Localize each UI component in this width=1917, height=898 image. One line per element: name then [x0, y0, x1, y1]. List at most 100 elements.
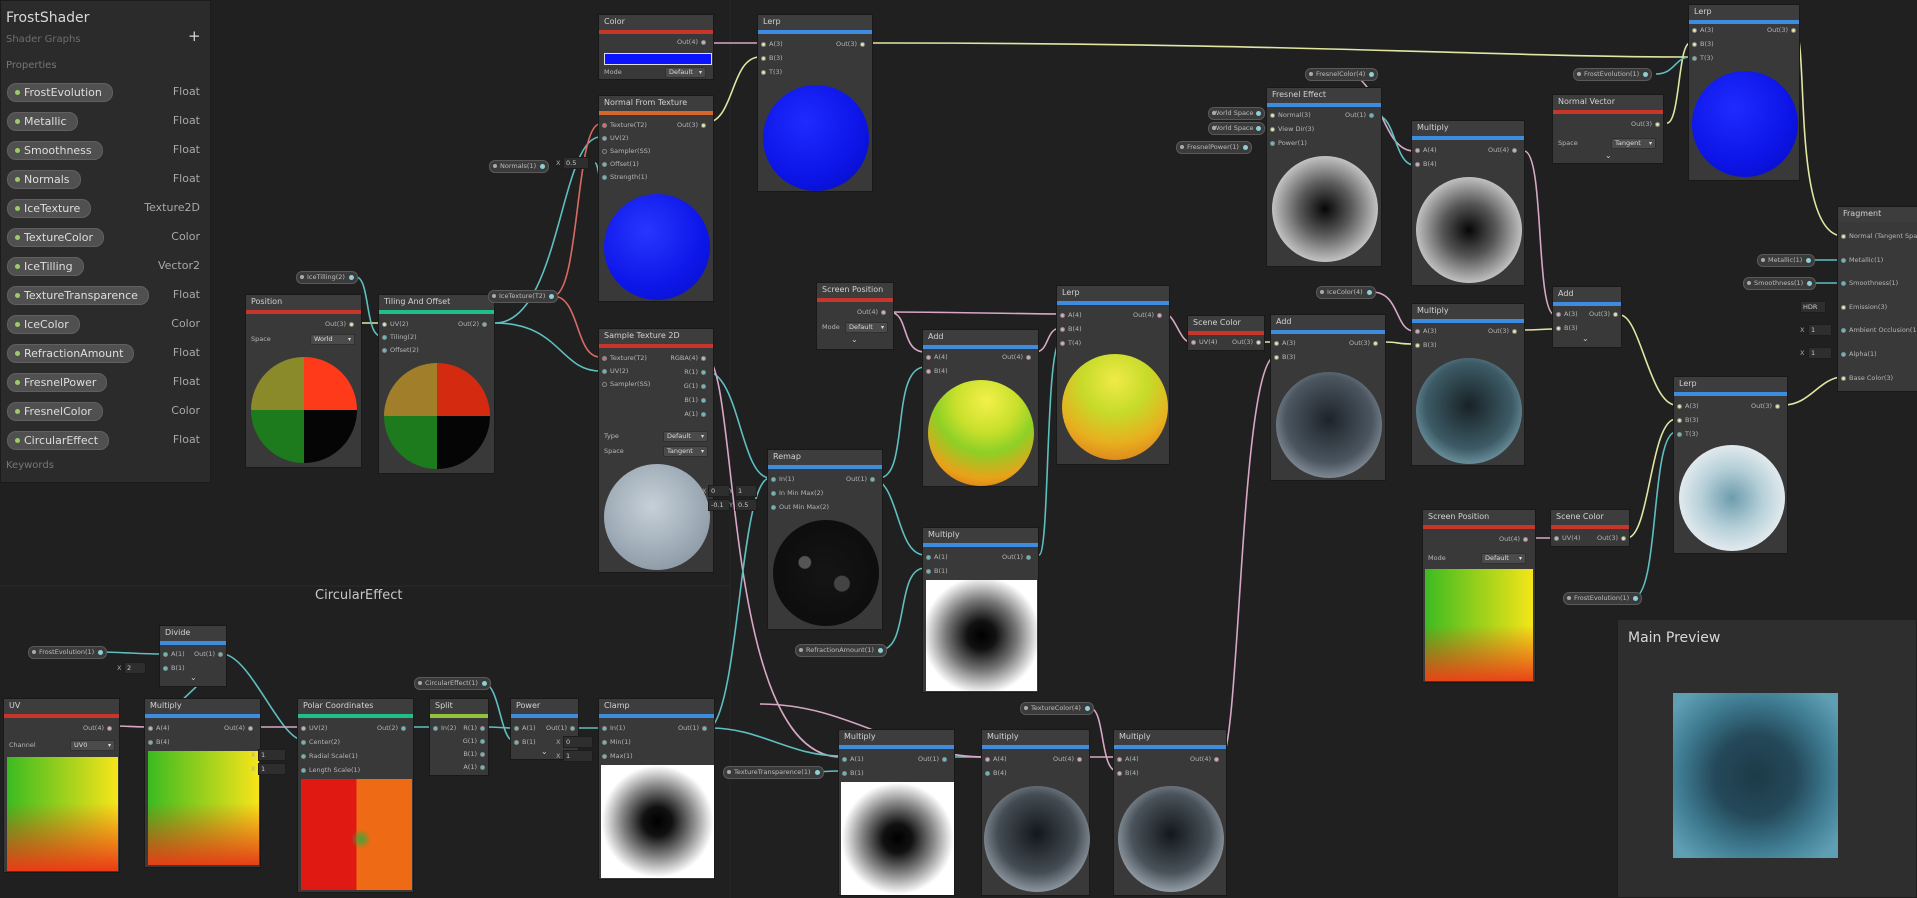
add-property-button[interactable]: + [188, 27, 201, 45]
clamp-min-field[interactable]: 0 [563, 736, 593, 748]
node-lerp-4[interactable]: Lerp A(3) B(3) T(3) Out(3) [1673, 376, 1788, 554]
node-port[interactable]: Out(1) [678, 723, 710, 733]
pin-ice-texture[interactable]: IceTexture(T2) [488, 290, 559, 303]
node-normal-from-texture[interactable]: Normal From Texture Texture(T2) UV(2) Sa… [598, 95, 714, 302]
in-max-field[interactable]: 1 [735, 485, 757, 497]
chevron-down-icon[interactable]: ⌄ [851, 335, 858, 344]
divide-b-field[interactable]: 2 [124, 662, 146, 674]
node-port[interactable]: Normal(3) [1267, 110, 1311, 120]
node-fresnel-effect[interactable]: Fresnel Effect Normal(3) View Dir(3) Pow… [1266, 87, 1382, 267]
pin-ice-color[interactable]: IceColor(4) [1316, 286, 1376, 299]
node-screen-position-2[interactable]: Screen Position Out(4) Mode Default [1422, 509, 1536, 683]
node-lerp-2[interactable]: Lerp A(4) B(4) T(4) Out(4) [1056, 285, 1170, 465]
node-port[interactable]: T(4) [1057, 338, 1081, 348]
node-port[interactable]: A(1) [511, 723, 536, 733]
node-add-2[interactable]: Add A(3) B(3) Out(3) [1270, 314, 1386, 481]
node-port[interactable]: Out(3) [1349, 338, 1381, 348]
node-port[interactable]: B(4) [982, 768, 1007, 778]
pin-frost-evolution[interactable]: FrostEvolution(1) [28, 646, 108, 659]
node-port[interactable]: A(4) [145, 723, 170, 733]
property-row[interactable]: IceTilling Vector2 [7, 257, 200, 276]
pin-ice-tilling[interactable]: IceTilling(2) [296, 271, 358, 284]
in-min-field[interactable]: 0 [708, 485, 730, 497]
node-port[interactable]: T(3) [1689, 53, 1713, 63]
pin-frost-evolution[interactable]: FrostEvolution(1) [1563, 592, 1643, 605]
mode-dropdown[interactable]: Default [845, 322, 888, 333]
node-fragment[interactable]: Fragment Normal (Tangent Space) Metallic… [1837, 206, 1917, 392]
node-port[interactable]: B(3) [1412, 340, 1437, 350]
node-port[interactable]: A(4) [1057, 310, 1082, 320]
node-split[interactable]: Split In(2) R(1) G(1) B(1) A(1) [429, 698, 489, 776]
node-multiply[interactable]: Multiply A(4) B(4) Out(4) [1411, 120, 1525, 286]
node-port[interactable]: B(1) [684, 395, 709, 405]
node-port[interactable]: Out(4) [677, 37, 709, 47]
out-max-field[interactable]: 0.5 [735, 499, 757, 511]
node-port[interactable]: Out(3) [1589, 309, 1621, 319]
property-row[interactable]: Metallic Float [7, 112, 200, 131]
node-port[interactable]: A(4) [923, 352, 948, 362]
node-port[interactable]: A(3) [758, 39, 783, 49]
node-port[interactable]: Texture(T2) [599, 120, 647, 130]
node-port[interactable]: A(3) [1674, 401, 1699, 411]
node-port[interactable]: UV(2) [298, 723, 327, 733]
node-port[interactable]: Out(4) [1499, 534, 1531, 544]
node-multiply-ice[interactable]: Multiply A(3) B(3) Out(3) [1411, 303, 1525, 466]
node-port[interactable]: G(1) [684, 381, 709, 391]
node-port[interactable]: Out(3) [1488, 326, 1520, 336]
node-multiply-uv[interactable]: Multiply A(4) B(4) Out(4) [144, 698, 261, 868]
node-port[interactable]: Out(4) [224, 723, 256, 733]
node-port[interactable]: View Dir(3) [1267, 124, 1314, 134]
pin-fresnel-color[interactable]: FresnelColor(4) [1305, 68, 1379, 81]
property-chip[interactable]: Normals [7, 170, 81, 189]
node-port[interactable]: Out(3) [836, 39, 868, 49]
node-screen-position[interactable]: Screen Position Out(4) Mode Default ⌄ [816, 282, 894, 350]
node-port[interactable]: UV(4) [1188, 337, 1217, 347]
node-port[interactable]: A(1) [463, 762, 488, 772]
node-port[interactable]: Sampler(SS) [599, 379, 650, 389]
node-port[interactable]: A(3) [1553, 309, 1578, 319]
property-chip[interactable]: FresnelColor [7, 402, 103, 421]
pin-smoothness[interactable]: Smoothness(1) [1743, 277, 1817, 290]
node-port[interactable]: Offset(1) [599, 159, 639, 169]
pin-circular-effect[interactable]: CircularEffect(1) [414, 677, 491, 690]
space-dropdown[interactable]: Tangent [663, 446, 708, 457]
node-port[interactable]: Out(4) [1002, 352, 1034, 362]
node-port[interactable]: Out(1) [1002, 552, 1034, 562]
property-row[interactable]: Smoothness Float [7, 141, 200, 160]
clamp-max-field[interactable]: 1 [563, 750, 593, 762]
node-port[interactable]: Base Color(3) [1838, 373, 1893, 383]
node-port[interactable]: Out(4) [1190, 754, 1222, 764]
node-multiply-b[interactable]: Multiply A(4) B(4) Out(4) [981, 729, 1090, 896]
node-port[interactable]: In(1) [599, 723, 625, 733]
mode-dropdown[interactable]: Default [665, 67, 706, 78]
node-port[interactable]: Emission(3) [1838, 302, 1887, 312]
node-port[interactable]: A(1) [160, 649, 185, 659]
property-row[interactable]: IceTexture Texture2D [7, 199, 200, 218]
node-port[interactable]: B(1) [923, 566, 948, 576]
node-multiply-a[interactable]: Multiply A(1) B(1) Out(1) [838, 729, 955, 896]
node-sample-texture-2d[interactable]: Sample Texture 2D Texture(T2) UV(2) Samp… [598, 328, 714, 573]
node-port[interactable]: Out(3) [1751, 401, 1783, 411]
node-port[interactable]: Out(1) [918, 754, 950, 764]
node-port[interactable]: Out(4) [857, 307, 889, 317]
property-row[interactable]: FrostEvolution Float [7, 83, 200, 102]
node-port[interactable]: Strength(1) [599, 172, 647, 182]
ao-field[interactable]: 1 [1808, 324, 1832, 336]
node-port[interactable]: Tiling(2) [379, 332, 417, 342]
node-port[interactable]: B(4) [1057, 324, 1082, 334]
pin-texture-transparence[interactable]: TextureTransparence(1) [723, 766, 824, 779]
node-add-3[interactable]: Add A(3) B(3) Out(3) ⌄ [1552, 286, 1622, 348]
node-clamp[interactable]: Clamp In(1) Min(1) Max(1) Out(1) [598, 698, 715, 880]
property-row[interactable]: RefractionAmount Float [7, 344, 200, 363]
node-port[interactable]: B(4) [145, 737, 170, 747]
node-port[interactable]: B(3) [758, 53, 783, 63]
node-port[interactable]: Texture(T2) [599, 353, 647, 363]
node-port[interactable]: B(1) [839, 768, 864, 778]
node-port[interactable]: B(1) [463, 749, 488, 759]
property-chip[interactable]: FresnelPower [7, 373, 108, 392]
space-dropdown[interactable]: Tangent [1611, 138, 1656, 149]
node-port[interactable]: Out(1) [546, 723, 578, 733]
channel-dropdown[interactable]: UV0 [70, 740, 115, 751]
node-port[interactable]: UV(4) [1551, 533, 1580, 543]
node-port[interactable]: Out(2) [377, 723, 409, 733]
